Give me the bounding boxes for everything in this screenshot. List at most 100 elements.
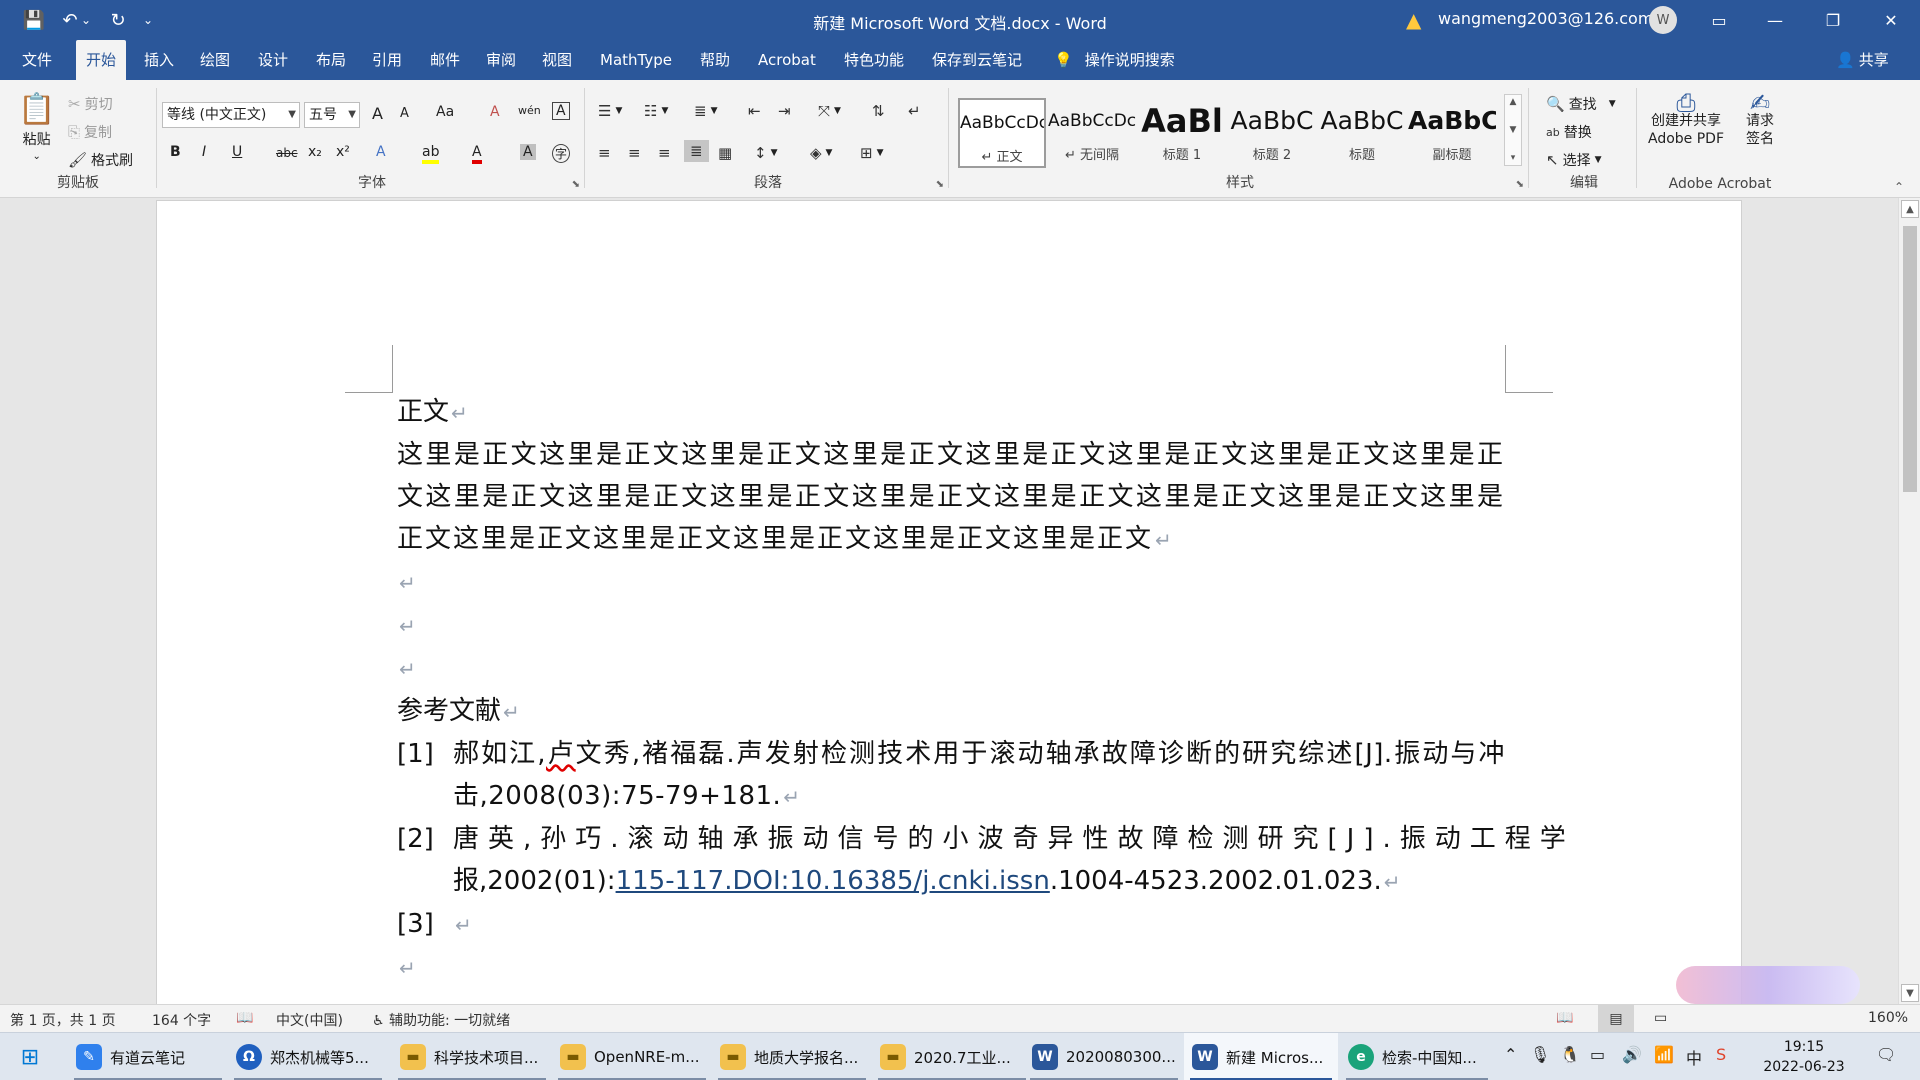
- accessibility-status[interactable]: ♿ 辅助功能: 一切就绪: [372, 1010, 510, 1030]
- microphone-icon[interactable]: 🎙: [1530, 1045, 1550, 1064]
- tab-acrobat[interactable]: Acrobat: [748, 40, 826, 80]
- notifications-icon[interactable]: 🗨: [1876, 1045, 1896, 1064]
- heading-paragraph[interactable]: 正文 ↵: [397, 391, 1505, 434]
- align-left-button[interactable]: ≡: [598, 144, 611, 162]
- align-center-button[interactable]: ≡: [628, 144, 641, 162]
- enclose-characters-button[interactable]: 字: [552, 144, 571, 163]
- create-pdf-button[interactable]: ⎙ 创建并共享 Adobe PDF: [1648, 91, 1724, 148]
- wifi-icon[interactable]: 📶: [1654, 1045, 1674, 1064]
- collapse-ribbon-icon[interactable]: ⌃: [1894, 180, 1904, 194]
- font-color-button[interactable]: A: [472, 144, 482, 164]
- multilevel-list-button[interactable]: ≣ ▼: [694, 102, 718, 120]
- sogou-icon[interactable]: S: [1716, 1045, 1726, 1064]
- dialog-launcher-icon[interactable]: ⬊: [936, 179, 944, 190]
- empty-paragraph[interactable]: ↵: [397, 604, 1505, 647]
- tab-design[interactable]: 设计: [248, 40, 298, 80]
- tab-references[interactable]: 引用: [362, 40, 412, 80]
- find-button[interactable]: 🔍 查找 ▼: [1546, 94, 1616, 114]
- font-size-combobox[interactable]: 五号 ▼: [304, 102, 360, 128]
- taskbar-item-edge[interactable]: e 检索-中国知...: [1340, 1033, 1494, 1080]
- format-painter-button[interactable]: 🖌 格式刷: [68, 150, 133, 170]
- numbering-button[interactable]: ☷ ▼: [644, 102, 668, 120]
- tab-help[interactable]: 帮助: [690, 40, 740, 80]
- share-button[interactable]: 👤 共享: [1836, 40, 1889, 80]
- subscript-button[interactable]: x₂: [308, 144, 322, 160]
- dialog-launcher-icon[interactable]: ⬊: [572, 179, 580, 190]
- restore-button[interactable]: ❐: [1810, 0, 1856, 40]
- clear-formatting-button[interactable]: A: [490, 104, 500, 120]
- grow-font-button[interactable]: A: [372, 104, 383, 123]
- scroll-down-icon[interactable]: ▼: [1901, 984, 1919, 1002]
- scroll-up-icon[interactable]: ▲: [1901, 200, 1919, 218]
- phonetic-guide-button[interactable]: wén: [518, 104, 541, 117]
- battery-icon[interactable]: ▭: [1590, 1045, 1605, 1064]
- taskbar-item-folder-2[interactable]: ▬ OpenNRE-m...: [552, 1033, 712, 1080]
- reference-item[interactable]: [3] ↵: [397, 903, 1505, 946]
- copy-button[interactable]: ⎘ 复制: [68, 122, 112, 142]
- paste-button[interactable]: 📋 粘贴 ⌄: [18, 92, 55, 162]
- line-spacing-button[interactable]: ↕ ▼: [754, 144, 778, 162]
- web-layout-icon[interactable]: ▭: [1654, 1010, 1667, 1026]
- asian-layout-button[interactable]: ⤧ ▼: [818, 102, 841, 120]
- empty-paragraph[interactable]: ↵: [397, 989, 1505, 1004]
- request-signature-button[interactable]: ✍ 请求 签名: [1746, 91, 1774, 148]
- taskbar-item-folder-1[interactable]: ▬ 科学技术项目...: [392, 1033, 552, 1080]
- ribbon-display-options-icon[interactable]: ▭: [1696, 0, 1742, 40]
- text-effects-button[interactable]: A: [376, 144, 386, 160]
- taskbar-item-youdao[interactable]: ✎ 有道云笔记: [68, 1033, 228, 1080]
- tab-file[interactable]: 文件: [12, 40, 62, 80]
- character-shading-button[interactable]: A: [520, 144, 536, 160]
- document-canvas[interactable]: 正文 ↵ 这里是正文这里是正文这里是正文这里是正文这里是正文这里是正文这里是正文这…: [0, 198, 1920, 1004]
- doi-link[interactable]: 115-117.DOI:10.16385/j.cnki.issn: [616, 866, 1050, 896]
- warning-icon[interactable]: ▲: [1406, 8, 1421, 32]
- qq-icon[interactable]: 🐧: [1560, 1045, 1580, 1064]
- dialog-launcher-icon[interactable]: ⬊: [1516, 179, 1524, 190]
- floating-ime-widget[interactable]: [1676, 966, 1860, 1004]
- shrink-font-button[interactable]: A: [400, 106, 409, 121]
- character-border-button[interactable]: A: [552, 102, 570, 120]
- styles-gallery-scroll[interactable]: ▲ ▼ ▾: [1504, 94, 1522, 166]
- proofing-icon[interactable]: 📖: [236, 1010, 253, 1026]
- minimize-button[interactable]: —: [1752, 0, 1798, 40]
- show-marks-button[interactable]: ↵: [908, 102, 921, 120]
- style-subtitle[interactable]: AaBbC 副标题: [1408, 98, 1496, 168]
- style-no-spacing[interactable]: AaBbCcDc ↵ 无间隔: [1048, 98, 1136, 168]
- taskbar-item-word-1[interactable]: W 2020080300...: [1024, 1033, 1184, 1080]
- tab-features[interactable]: 特色功能: [834, 40, 914, 80]
- language-indicator[interactable]: 中文(中国): [276, 1010, 343, 1030]
- document-body[interactable]: 正文 ↵ 这里是正文这里是正文这里是正文这里是正文这里是正文这里是正文这里是正文这…: [397, 391, 1566, 1004]
- cut-button[interactable]: ✂ 剪切: [68, 94, 113, 114]
- underline-button[interactable]: U: [232, 144, 242, 160]
- superscript-button[interactable]: x²: [336, 144, 350, 160]
- reference-text[interactable]: 唐英,孙巧.滚动轴承振动信号的小波奇异性故障检测研究[J].振动工程学 报,20…: [453, 818, 1575, 903]
- reference-item[interactable]: [1] 郝如江,卢文秀,褚福磊.声发射检测技术用于滚动轴承故障诊断的研究综述[J…: [397, 733, 1505, 818]
- start-button[interactable]: ⊞: [6, 1033, 54, 1080]
- tab-home[interactable]: 开始: [76, 40, 127, 80]
- empty-paragraph[interactable]: ↵: [397, 946, 1505, 989]
- word-count[interactable]: 164 个字: [152, 1010, 211, 1030]
- borders-button[interactable]: ⊞ ▼: [860, 144, 884, 162]
- tab-mathtype[interactable]: MathType: [590, 40, 682, 80]
- highlight-button[interactable]: ab: [422, 144, 440, 164]
- reference-text[interactable]: 郝如江,卢文秀,褚福磊.声发射检测技术用于滚动轴承故障诊断的研究综述[J].振动…: [453, 733, 1505, 818]
- style-title[interactable]: AaBbC 标题: [1318, 98, 1406, 168]
- style-normal[interactable]: AaBbCcDc ↵ 正文: [958, 98, 1046, 168]
- tab-save-cloud-note[interactable]: 保存到云笔记: [922, 40, 1032, 80]
- tell-me-search[interactable]: 💡 操作说明搜索: [1054, 40, 1175, 80]
- avatar[interactable]: W: [1649, 6, 1677, 34]
- read-mode-icon[interactable]: 📖: [1556, 1010, 1573, 1026]
- shading-button[interactable]: ◈ ▼: [810, 144, 832, 162]
- reference-item[interactable]: [2] 唐英,孙巧.滚动轴承振动信号的小波奇异性故障检测研究[J].振动工程学 …: [397, 818, 1566, 903]
- taskbar-item-folder-3[interactable]: ▬ 地质大学报名...: [712, 1033, 872, 1080]
- zoom-level[interactable]: 160%: [1868, 1010, 1908, 1026]
- document-page[interactable]: 正文 ↵ 这里是正文这里是正文这里是正文这里是正文这里是正文这里是正文这里是正文这…: [156, 200, 1742, 1004]
- style-heading-1[interactable]: AaBl 标题 1: [1138, 98, 1226, 168]
- tab-mailings[interactable]: 邮件: [420, 40, 470, 80]
- justify-button[interactable]: ≣: [684, 140, 709, 162]
- system-clock[interactable]: 19:15 2022-06-23: [1752, 1037, 1856, 1077]
- empty-paragraph[interactable]: ↵: [397, 647, 1505, 690]
- scrollbar-thumb[interactable]: [1903, 226, 1917, 492]
- select-button[interactable]: ↖ 选择 ▼: [1546, 150, 1602, 170]
- tab-layout[interactable]: 布局: [306, 40, 356, 80]
- volume-icon[interactable]: 🔊: [1622, 1045, 1642, 1064]
